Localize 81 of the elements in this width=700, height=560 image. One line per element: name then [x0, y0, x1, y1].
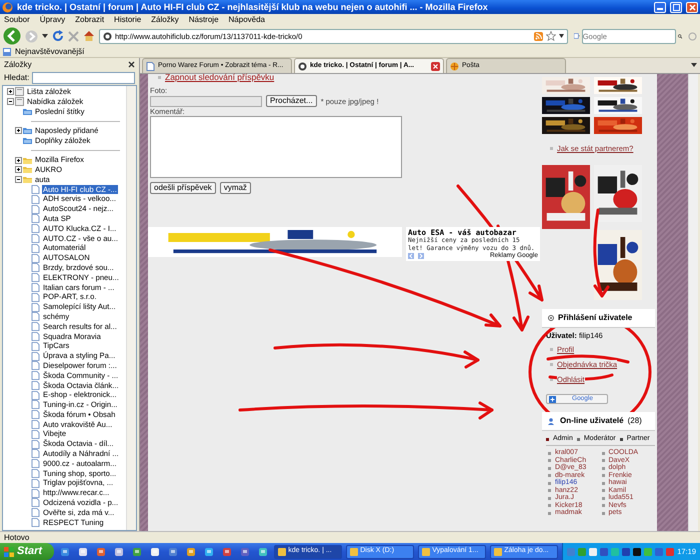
page-icon	[146, 62, 155, 70]
close-button[interactable]	[128, 61, 135, 68]
status-text: Hotovo	[4, 532, 30, 542]
quick-launch-icon[interactable]	[258, 546, 268, 556]
smart-folder-icon	[23, 106, 32, 116]
plus-icon	[549, 396, 556, 402]
quick-launch-icon[interactable]	[78, 546, 88, 556]
minimize-button[interactable]	[654, 2, 666, 12]
expander-icon[interactable]	[14, 156, 22, 164]
window-icon	[3, 48, 11, 56]
online-title: On-line uživatelé	[560, 416, 624, 426]
reload-button[interactable]	[52, 30, 64, 42]
maximize-button[interactable]	[670, 2, 682, 12]
file-path-field[interactable]	[150, 96, 262, 107]
login-title: Přihlášení uživatele	[558, 313, 632, 323]
flag-icon	[4, 546, 14, 556]
expander-icon[interactable]	[6, 98, 14, 106]
search-icon[interactable]	[678, 32, 682, 40]
quick-launch-icon[interactable]	[114, 546, 124, 556]
star-icon[interactable]	[546, 31, 556, 41]
bookmark-search-field[interactable]	[32, 72, 135, 84]
quick-launch-icon[interactable]	[132, 546, 142, 556]
menu-item[interactable]: Nápověda	[228, 15, 266, 25]
menu-item[interactable]: Soubor	[4, 15, 30, 25]
scrollbar[interactable]	[126, 86, 136, 530]
rss-icon[interactable]	[534, 32, 543, 40]
menu-item[interactable]: Zobrazit	[75, 15, 104, 25]
history-dropdown-button[interactable]	[42, 33, 48, 39]
folder-icon	[23, 156, 32, 165]
form-button[interactable]: odešli příspěvek	[150, 182, 216, 194]
bookmarks-menu-icon	[15, 97, 24, 106]
folder-icon	[23, 165, 32, 174]
scrollbar[interactable]	[688, 74, 698, 531]
site-icon	[103, 32, 112, 40]
search-label: Hledat:	[4, 73, 30, 83]
quick-launch-icon[interactable]	[96, 546, 106, 556]
minimize-icon	[657, 8, 663, 10]
expander-icon[interactable]	[14, 127, 22, 134]
quick-launch-icon[interactable]	[60, 546, 70, 556]
window-icon	[278, 548, 286, 556]
expander-icon[interactable]	[14, 166, 22, 174]
status-icon	[688, 32, 697, 40]
smart-folder-icon	[23, 136, 32, 146]
home-button[interactable]	[83, 30, 95, 42]
menu-item[interactable]: Historie	[114, 15, 142, 25]
folder-icon	[23, 175, 32, 184]
sidebar-title: Záložky	[4, 60, 32, 70]
close-tab-icon[interactable]	[431, 62, 440, 70]
menu-item[interactable]: Záložky	[151, 15, 179, 25]
firefox-icon	[2, 2, 13, 12]
expander-icon[interactable]	[6, 88, 14, 96]
form-button[interactable]: vymaž	[220, 182, 251, 194]
smart-folder-icon	[23, 126, 32, 136]
quick-launch-icon[interactable]	[204, 546, 214, 556]
menu-item[interactable]: Nástroje	[188, 15, 219, 25]
tab-list-button[interactable]	[690, 61, 698, 69]
users-icon	[548, 418, 556, 424]
quick-launch-icon[interactable]	[186, 546, 196, 556]
expander-icon[interactable]	[14, 176, 22, 184]
window-icon	[350, 548, 358, 556]
menu-item[interactable]: Úpravy	[40, 15, 66, 25]
quick-launch-icon[interactable]	[168, 546, 178, 556]
quick-launch-icon[interactable]	[222, 546, 232, 556]
comment-field[interactable]	[150, 116, 402, 178]
bookmarks-menu-icon	[15, 87, 24, 96]
back-button[interactable]	[3, 27, 21, 45]
site-icon	[298, 62, 307, 70]
close-icon	[688, 2, 696, 12]
quick-launch-icon[interactable]	[150, 546, 160, 556]
maximize-icon	[672, 2, 680, 12]
browse-button[interactable]: Procházet...	[266, 95, 317, 108]
watch-link[interactable]: Zapnout sledování příspěvku	[165, 72, 274, 82]
quick-launch-icon[interactable]	[240, 546, 250, 556]
bookmark-toolbar-item[interactable]: Nejnavštěvovanější	[3, 46, 84, 56]
window-icon	[494, 548, 502, 556]
window-title: kde tricko. | Ostatní | forum | Auto HI-FI club CZ - nejhlasitější klub na webu nejen o autohifi ... - Mozilla Firefox	[17, 2, 489, 12]
mail-icon	[450, 62, 459, 70]
caret-icon[interactable]	[559, 34, 564, 38]
bullet-icon	[548, 315, 554, 321]
online-count: (28)	[628, 416, 642, 426]
window-icon	[422, 548, 430, 556]
